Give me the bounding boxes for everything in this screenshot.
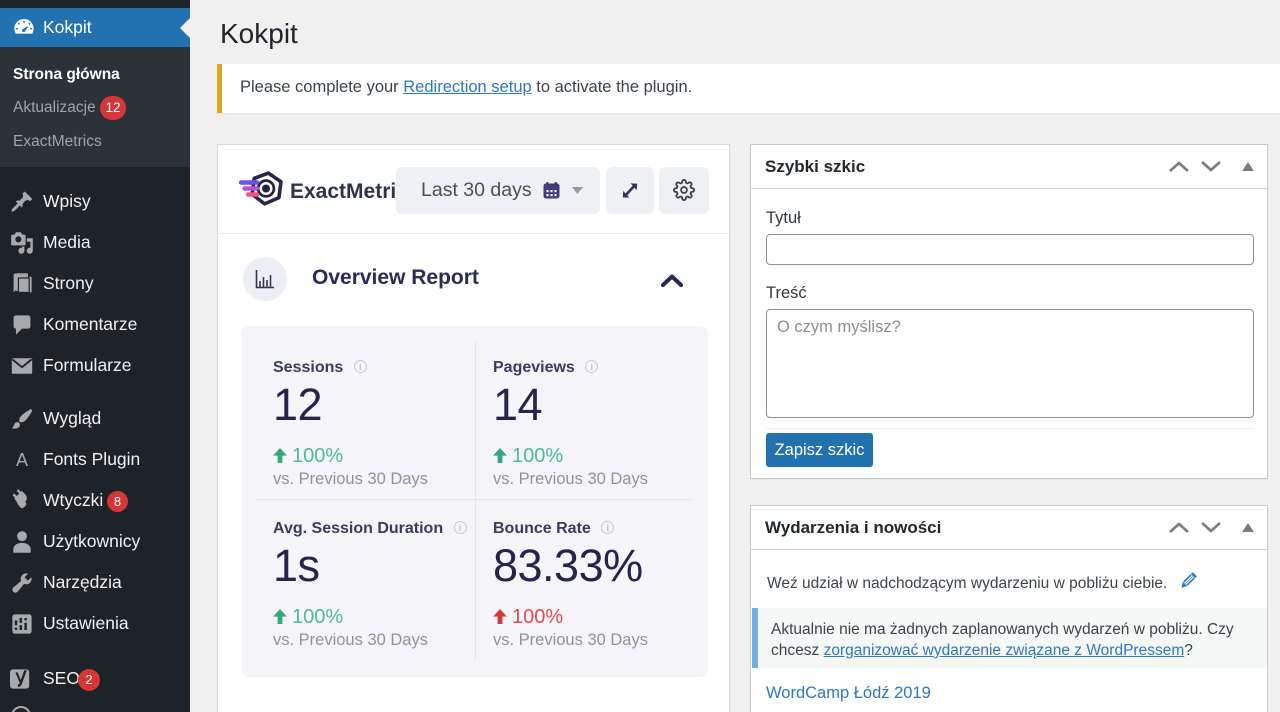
svg-text:A: A bbox=[16, 450, 28, 470]
